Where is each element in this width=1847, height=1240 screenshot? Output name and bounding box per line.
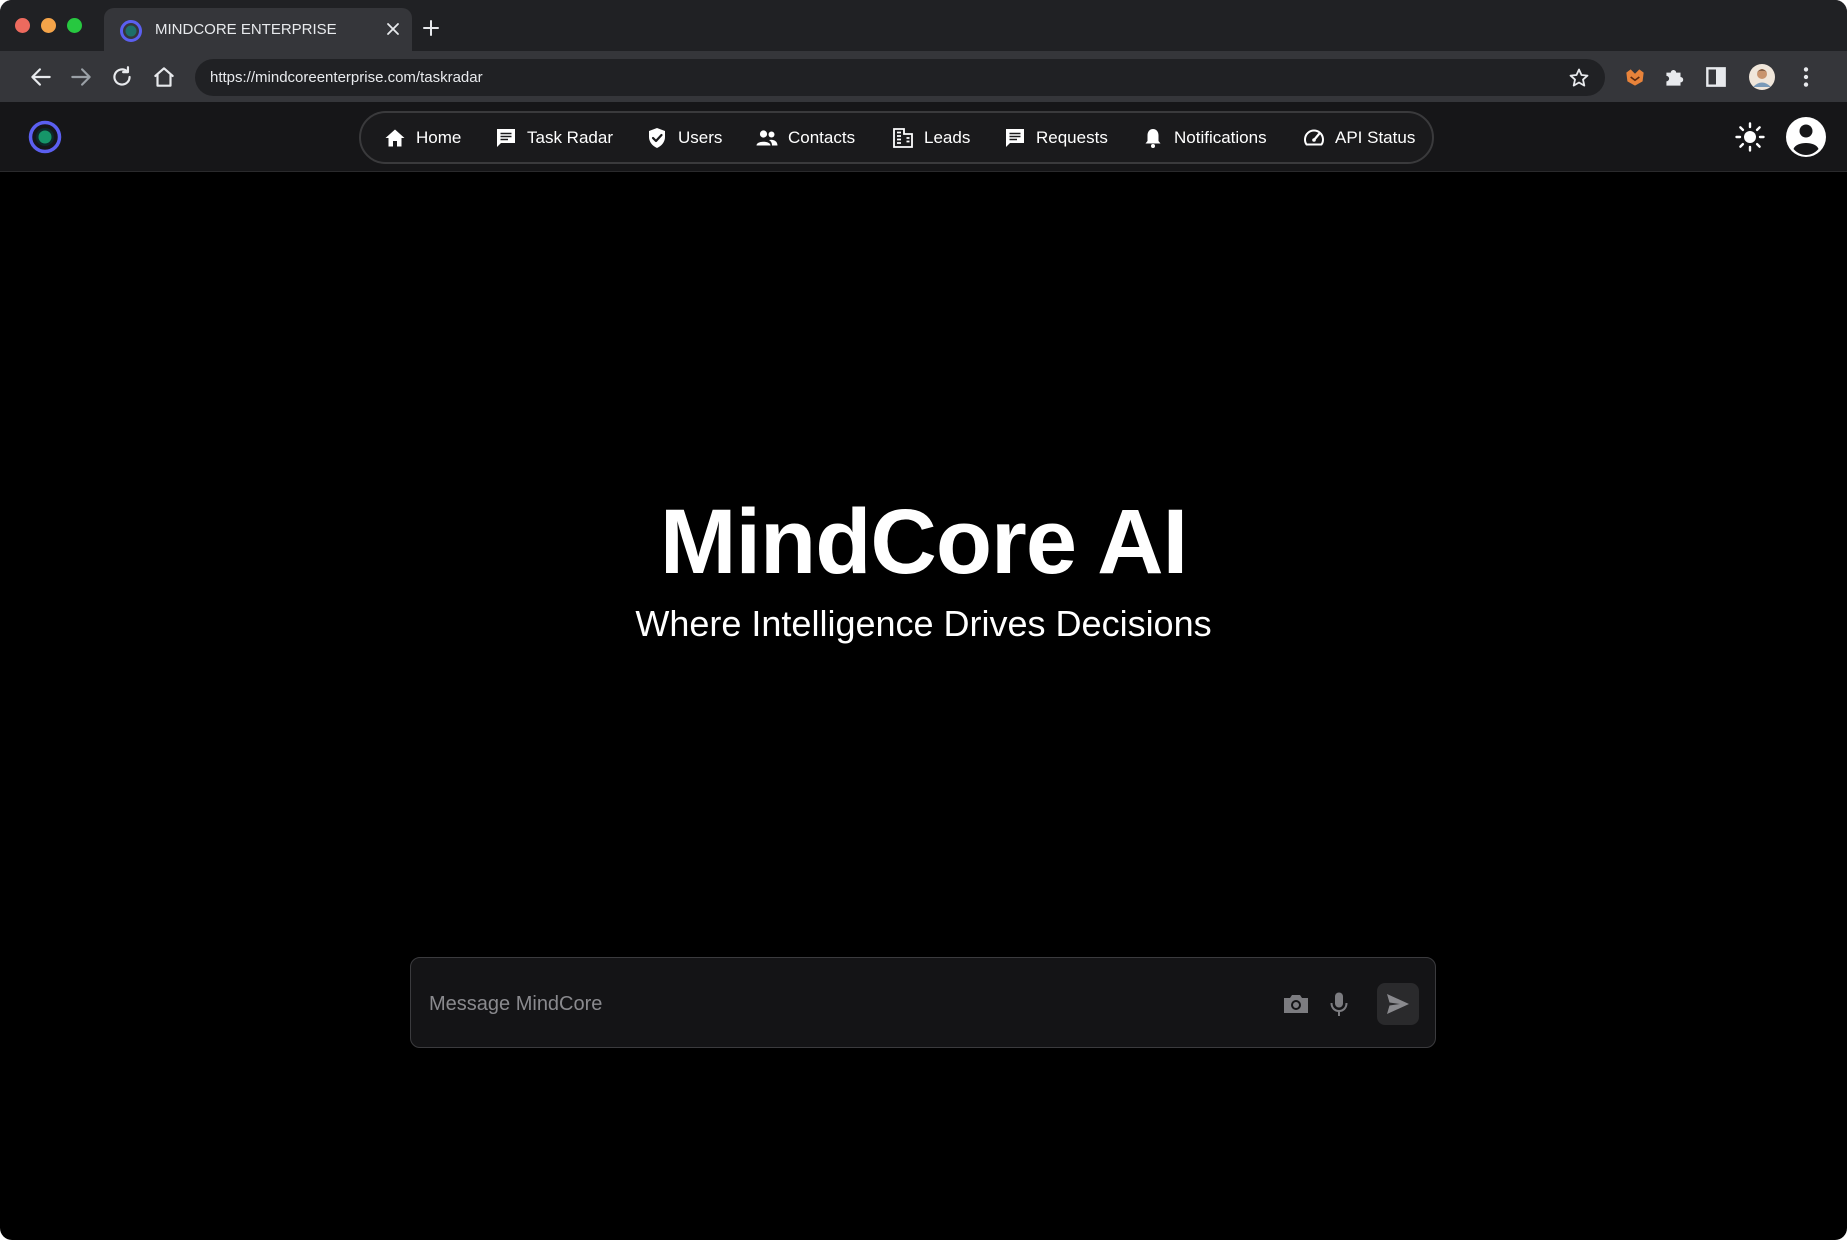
nav-item-notifications[interactable]: Notifications [1141,113,1267,162]
nav-item-users[interactable]: Users [645,113,722,162]
shield-check-icon [649,127,665,148]
speedometer-icon [1304,129,1324,145]
building-icon [893,127,913,148]
nav-item-home[interactable]: Home [383,113,461,162]
nav-item-api-status[interactable]: API Status [1302,113,1415,162]
reload-icon[interactable] [109,64,135,90]
message-icon [1006,128,1024,147]
bookmark-star-icon[interactable] [1567,66,1591,90]
user-account-icon[interactable] [1785,116,1827,158]
tab-title: MINDCORE ENTERPRISE [155,21,337,38]
favicon-icon [120,20,142,42]
home-icon [385,129,405,146]
extension-fox-icon[interactable] [1622,64,1648,90]
nav-item-label: Task Radar [527,127,613,147]
browser-tab-active[interactable]: MINDCORE ENTERPRISE [104,8,412,51]
nav-item-leads[interactable]: Leads [891,113,970,162]
forward-arrow-icon[interactable] [68,64,94,90]
extensions-puzzle-icon[interactable] [1661,64,1687,90]
hero-title: MindCore AI [659,491,1188,593]
message-input[interactable] [429,984,1249,1024]
mindcore-logo-icon[interactable] [28,120,62,154]
bell-icon [1145,128,1161,148]
browser-menu-icon[interactable] [1793,64,1819,90]
browser-toolbar: https://mindcoreenterprise.com/taskradar [0,51,1847,102]
profile-avatar-icon[interactable] [1748,63,1776,91]
nav-item-requests[interactable]: Requests [1003,113,1108,162]
people-icon [756,129,778,145]
send-icon [1387,994,1409,1014]
nav-item-label: Leads [924,127,971,147]
nav-item-label: Contacts [788,127,856,147]
sun-icon[interactable] [1734,121,1766,153]
chat-bubble-icon [497,128,515,147]
main-navigation: Home Task Radar Users Contacts Leads Req… [359,111,1434,164]
message-composer [410,957,1436,1048]
address-bar-url: https://mindcoreenterprise.com/taskradar [210,69,483,86]
minimize-window-button[interactable] [41,18,56,33]
nav-item-label: Home [416,127,462,147]
home-browser-icon[interactable] [151,64,177,90]
nav-item-contacts[interactable]: Contacts [755,113,855,162]
nav-item-task-radar[interactable]: Task Radar [494,113,613,162]
close-window-button[interactable] [15,18,30,33]
send-button[interactable] [1377,983,1419,1025]
side-panel-icon[interactable] [1703,64,1729,90]
hero-subtitle: Where Intelligence Drives Decisions [635,603,1212,644]
camera-icon[interactable] [1281,989,1311,1019]
maximize-window-button[interactable] [67,18,82,33]
app-header: Home Task Radar Users Contacts Leads Req… [0,102,1847,172]
new-tab-icon[interactable] [419,16,443,40]
nav-item-label: Notifications [1174,127,1267,147]
tab-strip: MINDCORE ENTERPRISE [0,0,1847,51]
nav-item-label: Users [678,127,723,147]
back-arrow-icon[interactable] [28,64,54,90]
address-bar[interactable]: https://mindcoreenterprise.com/taskradar [195,59,1605,96]
browser-window: MINDCORE ENTERPRISE https://mindcoreente… [0,0,1847,1240]
microphone-icon[interactable] [1324,989,1354,1019]
nav-item-label: API Status [1335,127,1416,147]
nav-item-label: Requests [1036,127,1108,147]
close-tab-icon[interactable] [382,18,404,40]
